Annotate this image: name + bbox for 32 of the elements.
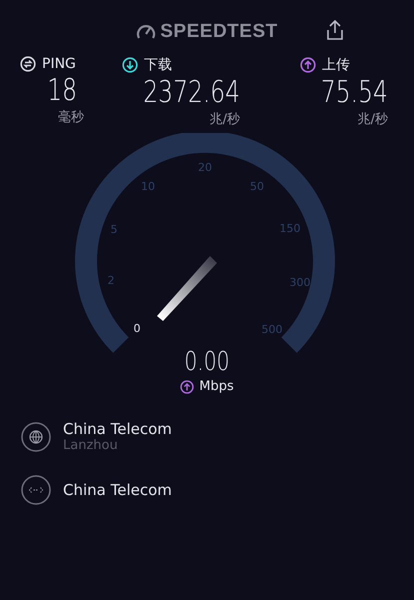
upload-icon <box>300 57 316 73</box>
gauge-needle <box>157 256 217 321</box>
stat-value: 75.54 <box>321 76 388 110</box>
connection-icon <box>21 475 51 505</box>
speed-reading: 0.00 <box>184 347 230 377</box>
gauge-scale-label: 2 <box>108 274 114 288</box>
gauge-scale-label: 150 <box>280 222 300 236</box>
stat-unit: 毫秒 <box>58 109 84 126</box>
upload-icon <box>180 380 194 394</box>
gauge-scale-label: 20 <box>198 161 212 174</box>
stat-unit: 兆/秒 <box>358 111 388 128</box>
stat-value: 2372.64 <box>143 76 240 110</box>
gauge-scale-label: 500 <box>262 323 282 336</box>
gauge-scale-label: 0 <box>134 322 140 336</box>
share-icon[interactable] <box>326 19 344 41</box>
speed-unit: Mbps <box>199 379 234 394</box>
download-icon <box>122 57 138 73</box>
provider-name: China Telecom <box>63 420 172 438</box>
stat-value: 18 <box>47 74 77 108</box>
ping-icon <box>20 56 36 72</box>
stat-unit: 兆/秒 <box>210 111 240 128</box>
gauge-scale-label: 50 <box>250 180 264 194</box>
provider-name: China Telecom <box>63 481 172 499</box>
provider-location: Lanzhou <box>63 438 119 453</box>
gauge-scale-label: 5 <box>110 223 118 236</box>
stat-label: 上传 <box>322 56 350 74</box>
globe-icon <box>21 422 51 452</box>
stat-label: 下载 <box>144 56 172 74</box>
gauge-scale-label: 10 <box>141 180 155 194</box>
stat-label: PING <box>42 56 76 72</box>
gauge-scale-label: 300 <box>290 276 310 290</box>
speedtest-logo: SPEEDTEST <box>136 21 278 43</box>
